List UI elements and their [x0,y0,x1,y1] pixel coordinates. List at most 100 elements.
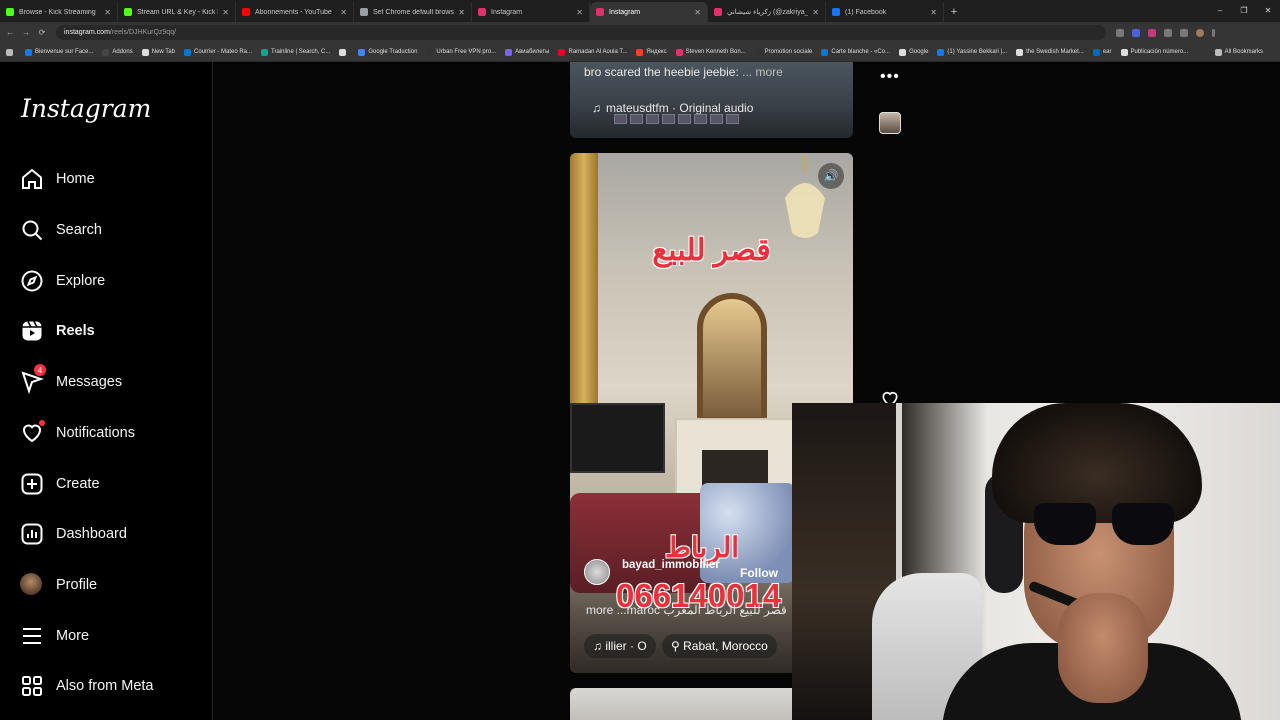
sidebar-item-also-from-meta[interactable]: Also from Meta [20,671,154,701]
bookmark-item[interactable]: Google [899,48,928,56]
browser-tab[interactable]: زكرياء شيشاني (@zakriya_t_jewiri...✕ [708,2,826,22]
bookmark-favicon-icon [426,48,434,56]
bookmark-item[interactable]: Ramadan Al Aoula T... [558,48,627,56]
author-username[interactable]: bayad_immobilier [622,558,720,572]
sidebar-item-reels[interactable]: Reels [20,316,95,346]
reels-icon [20,319,44,343]
reel-caption[interactable]: more ...maroc قصر للبيع الرباط المغرب [586,603,787,617]
profile-avatar-icon[interactable] [1196,28,1204,37]
kebab-menu-icon[interactable] [1212,28,1215,37]
sidebar-item-label: Reels [56,323,95,339]
music-note-icon: ♫ [592,101,601,115]
meta-grid-icon [20,674,44,698]
instagram-logo[interactable]: Instagram [21,94,151,123]
bookmark-favicon-icon [183,48,191,56]
close-tab-icon[interactable]: ✕ [576,8,583,17]
back-icon[interactable]: ← [4,28,16,37]
reel-previous[interactable]: bro scared the heebie jeebie: ... more ♫… [570,62,853,138]
sidebar-item-notifications[interactable]: Notifications [20,418,135,448]
bookmark-favicon-icon [899,48,907,56]
sidebar-item-label: More [56,628,90,644]
sidebar-item-create[interactable]: Create [20,469,100,499]
bookmark-item[interactable]: Promotion sociale [754,48,812,56]
bookmark-item[interactable]: Steven Kenneth Bon... [675,48,746,56]
audio-thumbnail[interactable] [879,112,901,134]
author-avatar[interactable] [584,559,610,585]
bookmark-item[interactable]: ear [1092,48,1112,56]
sidebar-item-more[interactable]: More [20,621,89,651]
close-tab-icon[interactable]: ✕ [458,8,465,17]
close-tab-icon[interactable]: ✕ [340,8,347,17]
browser-tab[interactable]: (1) Facebook ✕ [826,2,944,22]
reload-icon[interactable]: ⟳ [36,28,48,37]
reel-caption[interactable]: bro scared the heebie jeebie: ... more [584,65,783,79]
new-tab-button[interactable]: + [944,2,964,22]
browser-tab[interactable]: Instagram ✕ [472,2,590,22]
tab-title: Set Chrome default browser [373,8,455,16]
sidebar-item-search[interactable]: Search [20,215,102,245]
tab-title: Stream URL & Key - Kick Dashb... [137,8,218,16]
unread-badge: 4 [33,363,47,377]
extension-icon[interactable] [1148,28,1156,37]
sidebar-item-messages[interactable]: 4 Messages [20,363,122,397]
extension-icon[interactable] [1132,28,1140,37]
bookmark-item[interactable]: Bienvenue sur Face... [25,48,93,56]
sidebar-item-label: Search [56,222,102,238]
favicon-icon [6,8,14,16]
favicon-icon [360,8,368,16]
bookmark-item[interactable]: (1) Yassine Bekkari |... [937,48,1007,56]
browser-tab[interactable]: Instagram ✕ [590,2,708,22]
close-tab-icon[interactable]: ✕ [812,8,819,17]
browser-tab[interactable]: Stream URL & Key - Kick Dashb... ✕ [118,2,236,22]
window-controls: – ❐ ✕ [1208,0,1280,22]
sidebar-item-label: Explore [56,273,106,289]
bookmark-item[interactable]: Addons [102,48,133,56]
sidebar-item-dashboard[interactable]: Dashboard [20,519,127,549]
more-options-icon[interactable]: ••• [880,68,900,86]
bookmark-item[interactable]: Courrier - Mateo Ra... [183,48,253,56]
sidebar-item-home[interactable]: Home [20,164,95,194]
bookmark-item[interactable]: New Tab [141,48,175,56]
sound-toggle-icon[interactable]: 🔊 [818,163,844,189]
close-tab-icon[interactable]: ✕ [930,8,937,17]
reel-audio[interactable]: ♫ illier · O [584,634,656,658]
bookmark-item[interactable]: Carte blanche - «Co... [821,48,890,56]
bookmark-item[interactable]: Urban Free VPN pro... [426,48,496,56]
sidebar-item-label: Profile [56,577,98,593]
close-tab-icon[interactable]: ✕ [222,8,229,17]
close-tab-icon[interactable]: ✕ [694,8,701,17]
caption-more-link[interactable]: ... more [742,65,783,79]
sidebar-item-profile[interactable]: Profile [20,570,97,600]
extension-icon[interactable] [1116,28,1124,37]
download-icon[interactable] [1180,28,1188,37]
sidebar-item-label: Notifications [56,425,135,441]
bookmark-item[interactable]: Google Traduction [358,48,417,56]
maximize-button[interactable]: ❐ [1232,0,1256,22]
favicon-icon [478,8,486,16]
video-frame-curtain [570,153,598,413]
audio-label: mateusdtfm · Original audio [606,101,754,115]
bookmark-label: Courrier - Mateo Ra... [193,49,253,55]
reel-location[interactable]: ⚲ Rabat, Morocco [662,634,777,658]
sidebar-item-explore[interactable]: Explore [20,266,105,296]
sunglasses-icon [1034,503,1184,548]
bookmark-item[interactable]: Яндекс [636,48,667,56]
bookmark-item[interactable]: Publicación número... [1120,48,1188,56]
all-bookmarks-button[interactable]: All Bookmarks [1214,48,1263,56]
reel-audio[interactable]: ♫ mateusdtfm · Original audio [592,101,753,115]
bookmark-item[interactable]: Trainline | Search, C... [261,48,330,56]
heart-icon [20,419,46,445]
bookmark-item[interactable]: the Swedish Market... [1016,48,1084,56]
minimize-button[interactable]: – [1208,0,1232,22]
bookmark-item[interactable]: Авиабилеты [505,48,549,56]
browser-tab[interactable]: Browse - Kick Streaming ✕ [0,2,118,22]
forward-icon[interactable]: → [20,28,32,37]
extensions-puzzle-icon[interactable] [1164,28,1172,37]
address-bar[interactable]: instagram.com/reels/DJHKurQz9qq/ [56,25,1106,40]
close-window-button[interactable]: ✕ [1256,0,1280,22]
bookmark-item[interactable] [339,48,349,56]
browser-tab[interactable]: Abonnements - YouTube ✕ [236,2,354,22]
close-tab-icon[interactable]: ✕ [104,8,111,17]
apps-grid-icon[interactable] [6,48,16,56]
browser-tab[interactable]: Set Chrome default browser ✕ [354,2,472,22]
